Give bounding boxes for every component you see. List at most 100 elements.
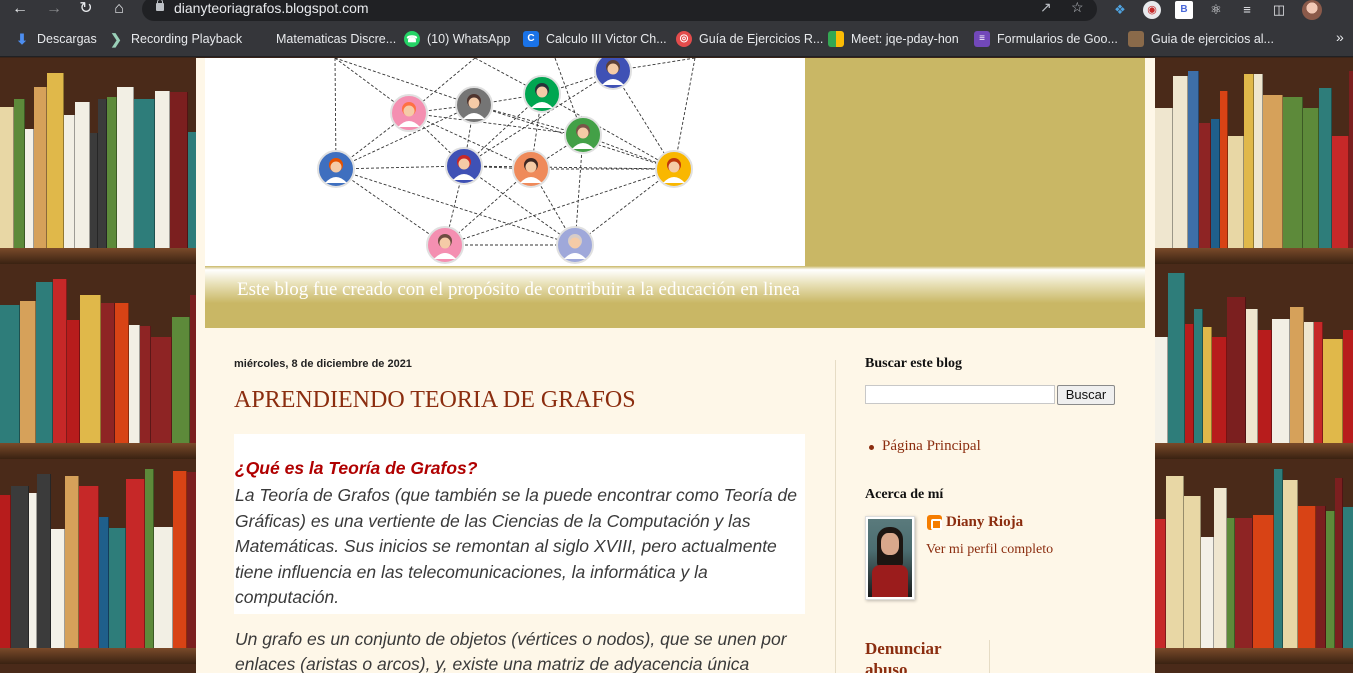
bookmark-descargas[interactable]: ⬇ Descargas [14,31,97,47]
book-spine [1155,108,1173,248]
book-spine [1166,476,1184,648]
book-spine [1314,322,1323,443]
bookmark-label: Meet: jqe-pday-hon [851,32,959,46]
blog-page: Este blog fue creado con el propósito de… [196,58,1155,673]
book-spine [1199,123,1211,248]
extensions-puzzle-icon[interactable]: ⚛ [1207,1,1225,19]
person-node [445,147,483,185]
book-spine [1303,108,1319,248]
bookmark-guia-al[interactable]: Guia de ejercicios al... [1128,31,1274,47]
report-abuse-title[interactable]: Denunciar abuso [865,638,975,673]
list-bullet [869,445,874,450]
book-spine [1290,307,1304,443]
bookmark-star-icon[interactable]: ☆ [1071,0,1084,16]
blog-description-bar: Este blog fue creado con el propósito de… [205,266,1145,328]
bookmark-label: Guía de Ejercicios R... [699,32,824,46]
book-spine [115,303,129,443]
search-input[interactable] [865,385,1055,404]
post-title[interactable]: APRENDIENDO TEORIA DE GRAFOS [234,387,636,414]
share-icon[interactable]: ↗ [1040,0,1052,16]
forward-icon[interactable]: → [43,0,65,20]
book-spine [1227,297,1246,443]
bookmark-formularios[interactable]: ≡ Formularios de Goo... [974,31,1118,47]
book-spine [47,73,64,248]
meet-icon [828,31,844,47]
feather-extension-icon[interactable]: ❖ [1111,1,1129,19]
home-page-link[interactable]: Página Principal [882,438,981,455]
book-spine [1214,488,1227,648]
book-spine [1298,506,1316,648]
book-spine [1272,319,1290,443]
book-spine [145,469,154,648]
home-icon[interactable]: ⌂ [108,0,130,20]
search-button[interactable]: Buscar [1057,385,1115,405]
book-spine [107,97,117,248]
book-spine [1211,119,1220,248]
book-spine [1194,309,1203,443]
profile-avatar[interactable] [1302,0,1322,20]
more-bookmarks-icon[interactable]: » [1336,29,1344,45]
url-text[interactable]: dianyteoriagrafos.blogspot.com [174,0,369,16]
book-spine [53,279,67,443]
report-divider [989,640,990,673]
book-spine [1244,74,1254,248]
book-spine [1188,71,1199,248]
bookmark-guia-ejercicios[interactable]: ◎ Guía de Ejercicios R... [676,31,823,47]
person-node [655,150,693,188]
book-spine [1212,337,1227,443]
blogger-icon [927,515,942,530]
shelf-plank [1155,248,1353,264]
book-spine [99,517,109,648]
bookmark-whatsapp[interactable]: ☎ (10) WhatsApp [404,31,510,47]
person-node [523,75,561,113]
book-spine [1349,71,1353,248]
person-node [512,150,550,188]
bookmark-calculo[interactable]: C Calculo III Victor Ch... [523,31,667,47]
person-node [390,94,428,132]
book-spine [34,87,47,248]
book-spine [1173,76,1188,248]
person-node [317,150,355,188]
book-spine [36,282,53,443]
bookmark-label: Calculo III Victor Ch... [546,32,667,46]
book-spine [1319,88,1332,248]
address-bar[interactable]: dianyteoriagrafos.blogspot.com ↗ ☆ [142,0,1097,21]
bookmark-label: (10) WhatsApp [427,32,511,46]
reload-icon[interactable]: ↻ [75,0,97,20]
reading-list-icon[interactable]: ≡ [1238,1,1256,19]
profile-photo[interactable] [865,516,915,600]
book-spine [109,528,126,648]
author-name-link[interactable]: Diany Rioja [946,514,1023,531]
book-spine [1254,74,1263,248]
paw-extension-icon[interactable]: ◉ [1143,1,1161,19]
book-spine [154,527,173,648]
book-spine [1335,478,1343,648]
book-spine [1201,537,1214,648]
view-profile-link[interactable]: Ver mi perfil completo [926,542,1053,558]
bookmark-recording-playback[interactable]: ❯ Recording Playback [108,31,242,47]
book-spine [1203,327,1212,443]
back-icon[interactable]: ← [9,0,31,20]
book-spine [1155,519,1166,648]
book-spine [0,495,11,648]
profile-face [881,533,899,555]
book-spine [1155,337,1168,443]
book-spine [1246,309,1258,443]
bookmark-label: Recording Playback [131,32,243,46]
bookmark-meet[interactable]: Meet: jqe-pday-hon [828,31,959,47]
post-body: ¿Qué es la Teoría de Grafos? La Teoría d… [234,434,805,673]
b-extension-icon[interactable]: B [1175,1,1193,19]
book-spine [1283,97,1303,248]
blog-description: Este blog fue creado con el propósito de… [237,279,800,300]
bookmark-matematicas[interactable]: Matematicas Discre... [253,31,396,47]
book-spine [1258,330,1272,443]
book-spine [173,471,187,648]
column-divider [835,360,836,673]
book-spine [25,129,34,248]
about-widget-title: Acerca de mí [865,487,944,502]
side-panel-icon[interactable]: ◫ [1270,1,1288,19]
lock-icon[interactable] [156,0,164,11]
book-spine [170,92,188,248]
bookmark-label: Guia de ejercicios al... [1151,32,1274,46]
book-spine [90,133,98,248]
